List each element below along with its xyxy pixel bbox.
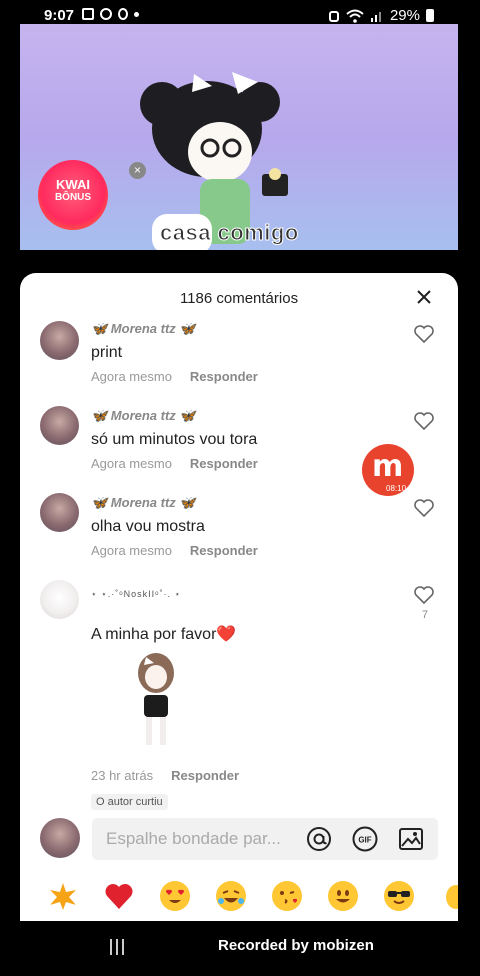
gif-icon[interactable]: GIF — [352, 826, 378, 852]
comments-sheet: 1186 comentários 🦋 Morena ttz 🦋 print Ag… — [20, 273, 458, 921]
comment-username[interactable]: 🦋 Morena ttz 🦋 — [91, 495, 196, 511]
kwai-badge-line1: KWAI — [56, 177, 90, 192]
comment-time: Agora mesmo — [91, 543, 172, 558]
comment-meta: Agora mesmo Responder — [91, 369, 258, 384]
avatar[interactable] — [40, 321, 79, 360]
notification-icons — [82, 8, 139, 20]
mobizen-logo: m — [372, 449, 404, 484]
navigation-bar: Recorded by mobizen — [0, 925, 480, 976]
comment-input-box[interactable]: GIF — [92, 818, 438, 860]
image-picker-icon[interactable] — [398, 826, 424, 852]
comment-time: Agora mesmo — [91, 369, 172, 384]
reply-button[interactable]: Responder — [190, 543, 258, 558]
reply-button[interactable]: Responder — [171, 768, 239, 783]
red-heart-emoji[interactable] — [104, 881, 134, 911]
smile-emoji[interactable] — [328, 881, 358, 911]
recent-apps-button[interactable] — [110, 939, 128, 957]
like-heart-icon[interactable] — [414, 499, 434, 517]
quick-emoji-row — [20, 881, 458, 915]
alarm-icon — [328, 10, 339, 22]
comment-meta: Agora mesmo Responder — [91, 456, 258, 471]
comment-text: print — [91, 344, 123, 361]
comment-meta: 23 hr atrás Responder — [91, 768, 239, 783]
video-caption: casa comigo — [160, 220, 299, 246]
close-icon[interactable] — [416, 289, 432, 305]
comment-input-row: GIF — [20, 813, 458, 865]
comment-sticker-image[interactable] — [132, 651, 180, 751]
waving-hand-emoji[interactable] — [440, 881, 458, 911]
battery-icon — [426, 9, 434, 22]
like-heart-icon[interactable] — [414, 325, 434, 343]
system-icons: 29% — [328, 7, 434, 24]
heart-eyes-emoji[interactable] — [160, 881, 190, 911]
my-avatar — [40, 818, 80, 858]
avatar[interactable] — [40, 406, 79, 445]
like-heart-icon[interactable] — [414, 412, 434, 430]
chrome-icon — [100, 8, 112, 20]
comment-time: Agora mesmo — [91, 456, 172, 471]
status-time: 9:07 — [44, 7, 75, 24]
sunglasses-emoji[interactable] — [384, 881, 414, 911]
reply-button[interactable]: Responder — [190, 369, 258, 384]
comment-text: só um minutos vou tora — [91, 431, 258, 448]
comment-text: olha vou mostra — [91, 518, 205, 535]
avatar[interactable] — [40, 580, 79, 619]
comment-text: A minha por favor❤️ — [91, 626, 237, 643]
wifi-icon — [346, 9, 364, 23]
recorded-by-watermark: Recorded by mobizen — [218, 937, 374, 954]
laughing-emoji[interactable] — [216, 881, 246, 911]
close-ad-button[interactable]: × — [129, 162, 146, 179]
like-count: 7 — [421, 609, 428, 621]
kwai-badge-line2: BÔNUS — [54, 192, 92, 203]
comment-username[interactable]: 🦋 Morena ttz 🦋 — [91, 321, 196, 337]
more-notifications-icon — [134, 11, 139, 17]
mobizen-record-button[interactable]: m 08:10 — [362, 444, 414, 496]
mention-icon[interactable] — [306, 826, 332, 852]
comment-time: 23 hr atrás — [91, 768, 154, 783]
like-heart-icon[interactable] — [414, 586, 434, 604]
signal-icon — [370, 11, 381, 22]
author-liked-badge: O autor curtiu — [91, 794, 168, 810]
battery-percent: 29% — [389, 7, 420, 24]
video-player[interactable]: × KWAI BÔNUS casa comigo — [20, 24, 458, 250]
recording-timer: 08:10 — [386, 484, 407, 493]
svg-text:GIF: GIF — [358, 836, 371, 845]
accessibility-icon — [118, 8, 128, 20]
comments-count-title: 1186 comentários — [179, 290, 299, 307]
kwai-bonus-badge[interactable]: KWAI BÔNUS — [38, 160, 108, 230]
kiss-emoji[interactable] — [272, 881, 302, 911]
comment-username[interactable]: 🦋 Morena ttz 🦋 — [91, 408, 196, 424]
comment-input[interactable] — [106, 829, 286, 849]
comment-meta: Agora mesmo Responder — [91, 543, 258, 558]
gallery-icon — [82, 8, 94, 20]
avatar[interactable] — [40, 493, 79, 532]
reply-button[interactable]: Responder — [190, 456, 258, 471]
comment-username[interactable]: ⋆ ⋆.·˚ᵒNoskIIᵒ˚·. ⋆ — [91, 589, 181, 600]
burst-emoji[interactable] — [48, 881, 78, 911]
